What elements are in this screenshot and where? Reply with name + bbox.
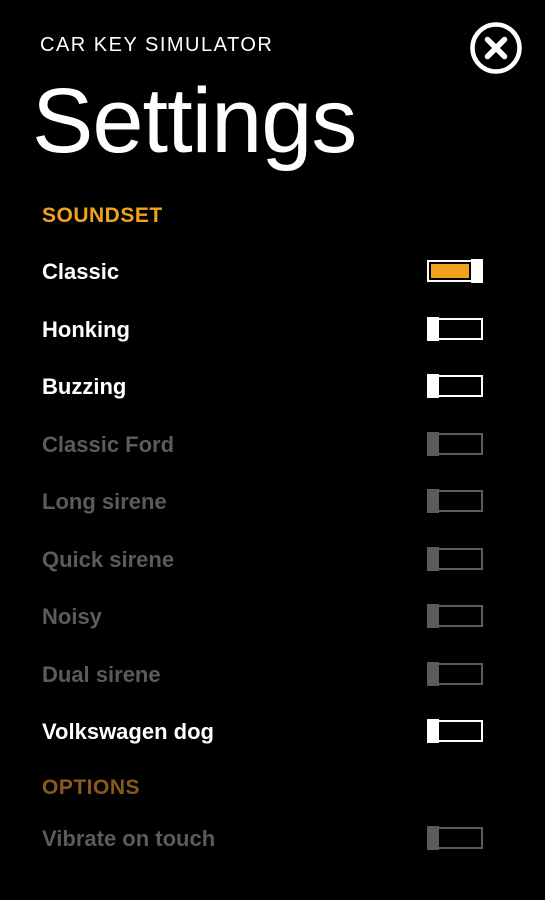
setting-label: Buzzing [42, 374, 127, 399]
setting-label: Noisy [42, 604, 102, 629]
toggle-thumb [427, 374, 439, 398]
setting-label: Classic [42, 259, 120, 284]
setting-label: Dual sirene [42, 661, 161, 687]
setting-row-dual-sirene: Dual sirene [0, 654, 545, 694]
setting-label: Honking [42, 316, 130, 342]
toggle-switch [427, 489, 483, 513]
setting-row-classic[interactable]: Classic [0, 251, 545, 291]
setting-row-buzzing[interactable]: Buzzing [0, 366, 545, 406]
setting-row-volkswagen-dog[interactable]: Volkswagen dog [0, 711, 545, 751]
setting-label: Classic Ford [42, 431, 175, 457]
setting-row-long-sirene: Long sirene [0, 481, 545, 521]
toggle-switch [427, 826, 483, 850]
toggle-thumb [427, 316, 439, 341]
setting-label: Quick sirene [42, 546, 175, 572]
toggle-thumb [427, 546, 439, 571]
setting-label: Vibrate on touch [42, 826, 216, 851]
toggle-thumb [427, 661, 439, 686]
setting-label: Long sirene [42, 489, 167, 514]
setting-row-quick-sirene: Quick sirene [0, 539, 545, 579]
setting-row-honking[interactable]: Honking [0, 309, 545, 349]
setting-row-classic-ford: Classic Ford [0, 424, 545, 464]
toggle-thumb [427, 604, 439, 628]
toggle-switch[interactable] [427, 719, 483, 743]
page-title: Settings [32, 70, 357, 172]
toggle-fill [431, 264, 469, 278]
toggle-switch [427, 661, 483, 686]
close-circle-icon [469, 21, 523, 75]
toggle-thumb [427, 489, 439, 513]
toggle-thumb [427, 431, 439, 456]
toggle-switch [427, 546, 483, 571]
toggle-switch[interactable] [427, 316, 483, 341]
app-name: CAR KEY SIMULATOR [40, 34, 274, 56]
toggle-switch[interactable] [427, 374, 483, 398]
setting-row-noisy: Noisy [0, 596, 545, 636]
section-header-soundset: SOUNDSET [42, 204, 163, 227]
toggle-switch [427, 431, 483, 456]
setting-label: Volkswagen dog [42, 719, 214, 744]
close-button[interactable] [469, 21, 523, 75]
setting-row-vibrate-on-touch: Vibrate on touch [0, 818, 545, 858]
section-header-options: OPTIONS [42, 776, 141, 799]
toggle-switch [427, 604, 483, 628]
toggle-switch[interactable] [427, 259, 483, 283]
toggle-thumb [427, 719, 439, 743]
toggle-thumb [471, 259, 483, 283]
toggle-thumb [427, 826, 439, 850]
